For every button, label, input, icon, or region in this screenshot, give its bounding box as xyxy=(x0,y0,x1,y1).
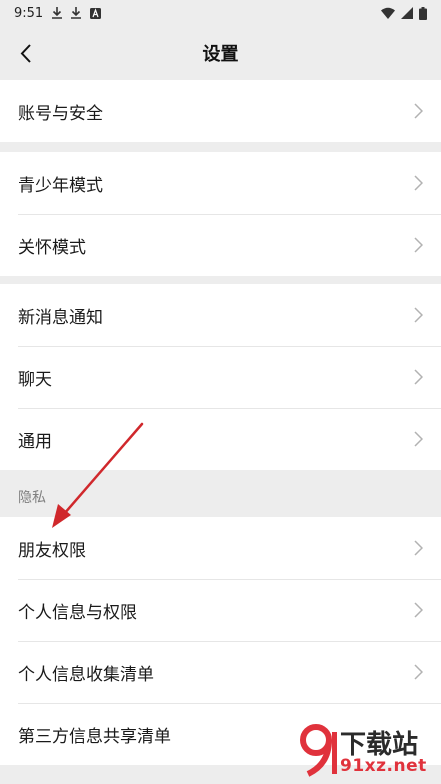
nav-bar: 设置 xyxy=(0,26,441,80)
settings-item-label: 聊天 xyxy=(18,369,52,390)
settings-item-teen-mode[interactable]: 青少年模式 xyxy=(0,152,441,214)
settings-item-chat[interactable]: 聊天 xyxy=(0,346,441,408)
settings-item-account-security[interactable]: 账号与安全 xyxy=(0,80,441,142)
signal-icon xyxy=(401,7,413,19)
chevron-right-icon xyxy=(414,540,423,556)
watermark-logo-icon xyxy=(300,724,337,777)
settings-item-label: 青少年模式 xyxy=(18,175,103,196)
download-icon xyxy=(52,7,63,19)
settings-group-general: 新消息通知 聊天 通用 xyxy=(0,284,441,470)
settings-item-label: 通用 xyxy=(18,431,52,452)
watermark: 下载站 91xz.net xyxy=(300,722,441,780)
chevron-right-icon xyxy=(414,307,423,323)
page-title: 设置 xyxy=(202,44,239,65)
chevron-right-icon xyxy=(414,431,423,447)
a-box-icon xyxy=(90,7,102,19)
status-bar: 9:51 xyxy=(0,0,441,26)
section-label-privacy: 隐私 xyxy=(18,490,46,506)
chevron-right-icon xyxy=(414,602,423,618)
battery-icon xyxy=(419,6,427,20)
chevron-right-icon xyxy=(414,237,423,253)
settings-item-info-collection-list[interactable]: 个人信息收集清单 xyxy=(0,641,441,703)
download-icon xyxy=(71,7,82,19)
chevron-right-icon xyxy=(414,369,423,385)
settings-item-care-mode[interactable]: 关怀模式 xyxy=(0,214,441,276)
settings-item-general[interactable]: 通用 xyxy=(0,408,441,470)
settings-item-label: 个人信息收集清单 xyxy=(18,664,154,685)
back-button[interactable] xyxy=(10,37,40,69)
chevron-right-icon xyxy=(414,664,423,680)
settings-group-account: 账号与安全 xyxy=(0,80,441,142)
wifi-icon xyxy=(381,7,395,19)
settings-item-friend-permissions[interactable]: 朋友权限 xyxy=(0,517,441,579)
settings-item-label: 朋友权限 xyxy=(18,540,86,561)
settings-item-label: 第三方信息共享清单 xyxy=(18,726,171,747)
status-time: 9:51 xyxy=(14,5,44,21)
settings-item-label: 关怀模式 xyxy=(18,237,86,258)
settings-item-label: 账号与安全 xyxy=(18,103,103,124)
chevron-right-icon xyxy=(414,175,423,191)
settings-item-label: 新消息通知 xyxy=(18,307,103,328)
chevron-left-icon xyxy=(20,43,31,63)
settings-item-label: 个人信息与权限 xyxy=(18,602,137,623)
watermark-domain: 91xz.net xyxy=(340,756,427,776)
settings-group-care: 青少年模式 关怀模式 xyxy=(0,152,441,276)
settings-item-personal-info-permissions[interactable]: 个人信息与权限 xyxy=(0,579,441,641)
chevron-right-icon xyxy=(414,103,423,119)
settings-item-notifications[interactable]: 新消息通知 xyxy=(0,284,441,346)
